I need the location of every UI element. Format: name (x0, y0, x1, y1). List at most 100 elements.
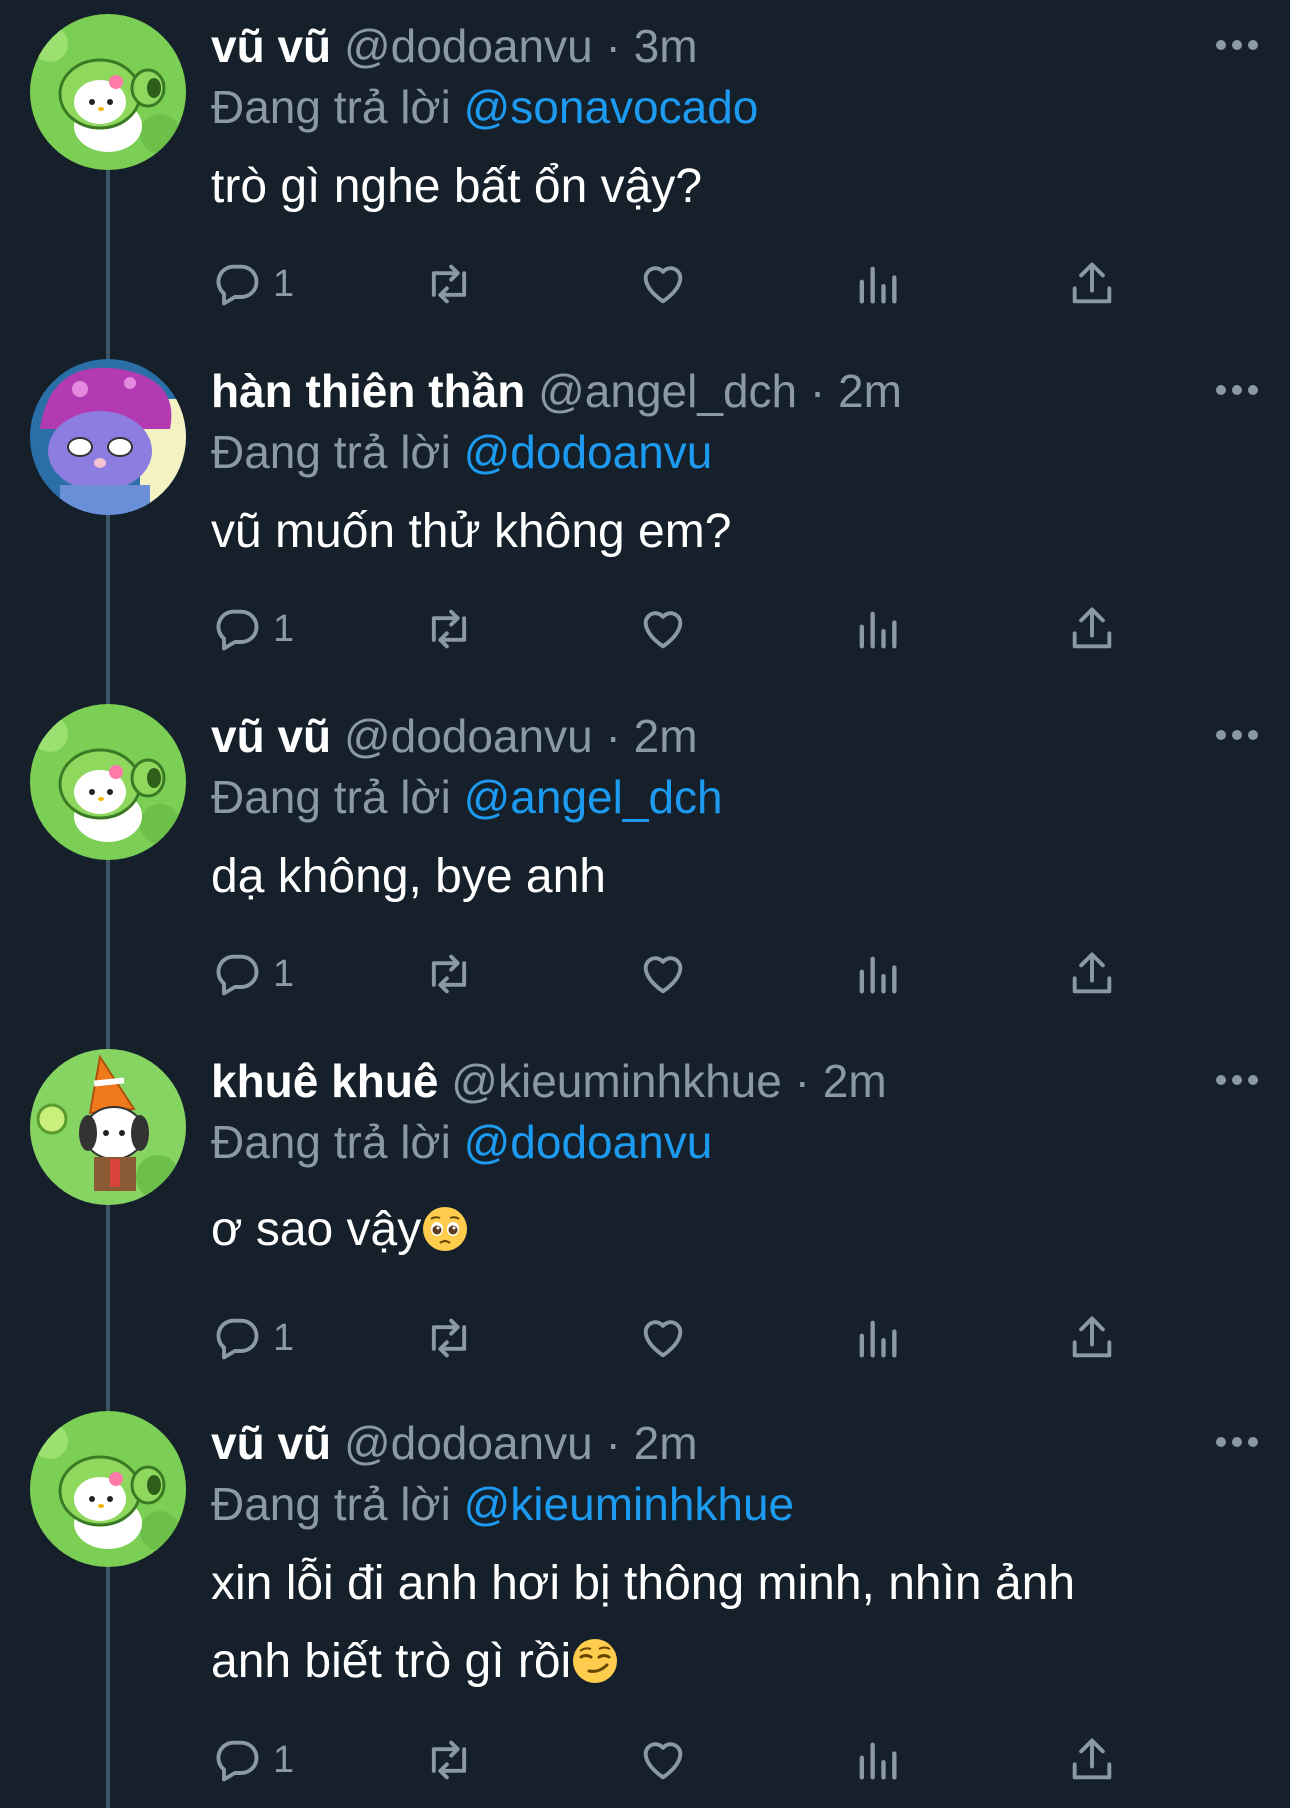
replying-to-mention[interactable]: @dodoanvu (464, 426, 713, 478)
like-button[interactable] (637, 599, 689, 659)
purple-mushroom-melody-avatar (30, 359, 186, 515)
views-button[interactable] (851, 944, 903, 1004)
display-name[interactable]: vũ vũ (211, 710, 331, 762)
display-name[interactable]: vũ vũ (211, 20, 331, 72)
more-icon[interactable] (1214, 1073, 1260, 1087)
share-button[interactable] (1066, 1730, 1118, 1790)
tweet-timestamp[interactable]: 2m (838, 365, 902, 417)
user-handle[interactable]: @angel_dch (538, 365, 797, 417)
replying-to-mention[interactable]: @kieuminhkhue (464, 1478, 795, 1530)
tweet[interactable]: khuê khuê @kieuminhkhue · 2m Đang trả lờ… (0, 1035, 1290, 1397)
tweet-text-line: trò gì nghe bất ổn vậy? (211, 160, 703, 213)
share-button[interactable] (1066, 944, 1118, 1004)
tweet-timestamp[interactable]: 2m (634, 1417, 698, 1469)
like-button[interactable] (637, 1730, 689, 1790)
avatar[interactable] (30, 14, 186, 170)
tweet-timestamp[interactable]: 3m (634, 20, 698, 72)
reply-button[interactable]: 1 (211, 944, 294, 1004)
tweet-timestamp[interactable]: 2m (823, 1055, 887, 1107)
avatar[interactable] (30, 1049, 186, 1205)
tweet-actions: 1 (211, 599, 1131, 659)
replying-to: Đang trả lời @dodoanvu (211, 421, 1250, 483)
reply-button[interactable]: 1 (211, 254, 294, 314)
views-button[interactable] (851, 254, 903, 314)
retweet-button[interactable] (423, 1730, 475, 1790)
tweet-timestamp[interactable]: 2m (634, 710, 698, 762)
replying-to-mention[interactable]: @angel_dch (464, 771, 723, 823)
user-handle[interactable]: @dodoanvu (344, 20, 593, 72)
tweet-header: vũ vũ @dodoanvu · 3m (211, 16, 1250, 76)
reply-count: 1 (273, 1316, 295, 1359)
retweet-button[interactable] (423, 254, 475, 314)
like-button[interactable] (637, 254, 689, 314)
share-button[interactable] (1066, 254, 1118, 314)
tweet-text: dạ không, bye anh (211, 838, 1250, 916)
separator-dot: · (605, 1417, 621, 1469)
display-name[interactable]: khuê khuê (211, 1055, 439, 1107)
avatar[interactable] (30, 1411, 186, 1567)
like-icon (643, 611, 683, 649)
retweet-icon (431, 609, 467, 649)
replying-to: Đang trả lời @kieuminhkhue (211, 1473, 1250, 1535)
green-peashooter-kitty-avatar (30, 704, 186, 860)
replying-to-label: Đang trả lời (211, 426, 451, 478)
user-handle[interactable]: @kieuminhkhue (451, 1055, 782, 1107)
replying-to-label: Đang trả lời (211, 1478, 451, 1530)
retweet-button[interactable] (423, 599, 475, 659)
reply-icon (216, 264, 259, 306)
separator-dot: · (794, 1055, 810, 1107)
share-button[interactable] (1066, 599, 1118, 659)
replying-to-mention[interactable]: @sonavocado (464, 81, 759, 133)
share-icon (1072, 262, 1112, 304)
tweet[interactable]: vũ vũ @dodoanvu · 3m Đang trả lời @sonav… (0, 0, 1290, 345)
tweet[interactable]: vũ vũ @dodoanvu · 2m Đang trả lời @kieum… (0, 1397, 1290, 1808)
replying-to-mention[interactable]: @dodoanvu (464, 1116, 713, 1168)
share-icon (1072, 1738, 1112, 1780)
tweet[interactable]: hàn thiên thần @angel_dch · 2m Đang trả … (0, 345, 1290, 690)
like-button[interactable] (637, 944, 689, 1004)
tweet-text: xin lỗi đi anh hơi bị thông minh, nhìn ả… (211, 1545, 1250, 1701)
retweet-button[interactable] (423, 944, 475, 1004)
tweet-text-line: ơ sao vậy (211, 1203, 422, 1256)
tweet-text: vũ muốn thử không em? (211, 493, 1250, 571)
views-button[interactable] (851, 1730, 903, 1790)
views-button[interactable] (851, 1308, 903, 1368)
tweet-header: vũ vũ @dodoanvu · 2m (211, 706, 1250, 766)
display-name[interactable]: hàn thiên thần (211, 365, 525, 417)
share-icon (1072, 1316, 1112, 1358)
reply-icon (216, 609, 259, 651)
green-peashooter-kitty-avatar (30, 1411, 186, 1567)
more-icon[interactable] (1214, 728, 1260, 742)
more-icon[interactable] (1214, 1435, 1260, 1449)
reply-count: 1 (273, 262, 295, 305)
tweet[interactable]: vũ vũ @dodoanvu · 2m Đang trả lời @angel… (0, 690, 1290, 1035)
reply-icon (216, 1318, 259, 1360)
more-icon[interactable] (1214, 38, 1260, 52)
retweet-button[interactable] (423, 1308, 475, 1368)
avatar[interactable] (30, 704, 186, 860)
reply-button[interactable]: 1 (211, 1730, 294, 1790)
like-icon (643, 1320, 683, 1358)
retweet-icon (431, 1318, 467, 1358)
tweet-text: ơ sao vậy (211, 1191, 1250, 1269)
share-button[interactable] (1066, 1308, 1118, 1368)
reply-button[interactable]: 1 (211, 1308, 294, 1368)
retweet-icon (431, 1740, 467, 1780)
tweet-actions: 1 (211, 1308, 1131, 1368)
reply-button[interactable]: 1 (211, 599, 294, 659)
retweet-icon (431, 264, 467, 304)
views-icon (859, 956, 897, 994)
more-icon[interactable] (1214, 383, 1260, 397)
tweet-text-line-2: anh biết trò gì rồi (211, 1623, 1250, 1701)
like-button[interactable] (637, 1308, 689, 1368)
views-icon (859, 1320, 897, 1358)
pleading-face-emoji (423, 1207, 468, 1251)
user-handle[interactable]: @dodoanvu (344, 1417, 593, 1469)
tweet-actions: 1 (211, 254, 1131, 314)
user-handle[interactable]: @dodoanvu (344, 710, 593, 762)
views-button[interactable] (851, 599, 903, 659)
like-icon (643, 1742, 683, 1780)
separator-dot: · (809, 365, 826, 417)
avatar[interactable] (30, 359, 186, 515)
display-name[interactable]: vũ vũ (211, 1417, 331, 1469)
